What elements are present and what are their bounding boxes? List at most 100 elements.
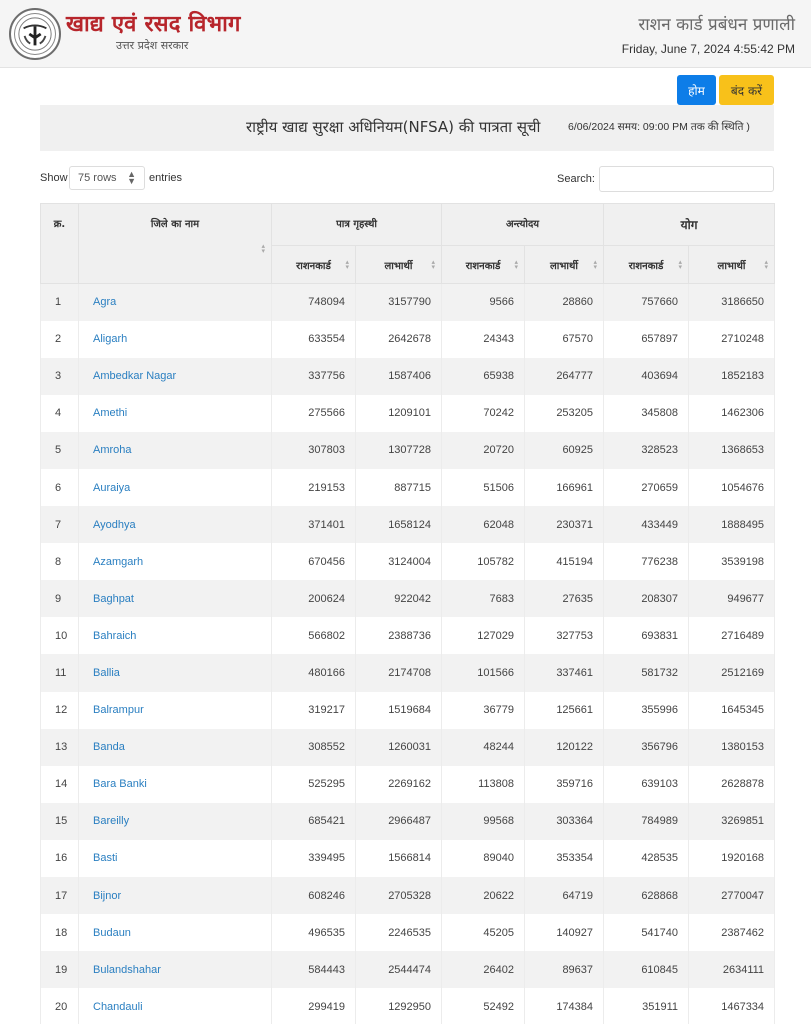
cell-value: 2966487: [354, 802, 443, 840]
close-button[interactable]: बंद करें: [719, 75, 774, 105]
cell-value: 608246: [271, 877, 356, 915]
district-link[interactable]: Agra: [93, 296, 116, 308]
district-link[interactable]: Azamgarh: [93, 556, 143, 568]
cell-value: 1292950: [354, 988, 443, 1024]
cell-value: 339495: [271, 839, 356, 877]
district-link[interactable]: Bahraich: [93, 630, 136, 642]
cell-value: 355996: [603, 691, 690, 729]
search-input[interactable]: [599, 166, 774, 192]
table-row: 15 Bareilly 685421 2966487 99568 303364 784989…: [40, 802, 776, 840]
table-row: 9 Baghpat 200624 922042 7683 27635 208307 94967…: [40, 580, 776, 618]
cell-value: 127029: [441, 617, 526, 655]
cell-value: 415194: [524, 543, 605, 581]
cell-value: 328523: [603, 431, 690, 469]
sort-icon: ▴ ▾: [345, 257, 349, 271]
sort-icon: ▴ ▾: [514, 257, 519, 271]
serial-number: 3: [40, 357, 79, 395]
cell-value: 89040: [441, 839, 526, 877]
cell-value: 299419: [271, 988, 356, 1024]
up-govt-emblem-icon: [9, 8, 61, 60]
cell-value: 64719: [524, 877, 605, 915]
district-link[interactable]: Amroha: [93, 444, 132, 456]
cell-value: 1380153: [688, 728, 776, 766]
cell-value: 200624: [271, 580, 356, 618]
cell-value: 403694: [603, 357, 690, 395]
cell-value: 581732: [603, 654, 690, 692]
district-link[interactable]: Amethi: [93, 407, 127, 419]
table-row: 1 Agra 748094 3157790 9566 28860 757660 3186650: [40, 283, 776, 321]
district-link[interactable]: Bulandshahar: [93, 964, 161, 976]
cell-value: 3186650: [688, 283, 776, 321]
cell-value: 1260031: [354, 728, 443, 766]
cell-value: 3269851: [688, 802, 776, 840]
district-link[interactable]: Aligarh: [93, 333, 127, 345]
district-link[interactable]: Bijnor: [93, 890, 121, 902]
status-note: 6/06/2024 समय: 09:00 PM तक की स्थिति ): [568, 121, 750, 133]
cell-value: 270659: [603, 468, 690, 507]
col-subheader-beneficiary[interactable]: लाभार्थी ▴ ▾: [688, 245, 776, 284]
cell-value: 628868: [603, 877, 690, 915]
col-subheader-beneficiary[interactable]: लाभार्थी ▴ ▾: [524, 245, 605, 284]
cell-value: 949677: [688, 580, 776, 618]
serial-number: 11: [40, 654, 79, 692]
table-row: 18 Budaun 496535 2246535 45205 140927 541740 23…: [40, 914, 776, 952]
sort-updown-icon: ▲ ▼: [127, 169, 136, 186]
cell-value: 748094: [271, 283, 356, 321]
col-subheader-ration-card[interactable]: राशनकार्ड ▴ ▾: [271, 245, 356, 284]
cell-value: 264777: [524, 357, 605, 395]
page-title: राष्ट्रीय खाद्य सुरक्षा अधिनियम(NFSA) की…: [246, 118, 541, 136]
cell-value: 1888495: [688, 506, 776, 544]
report-title-bar: राष्ट्रीय खाद्य सुरक्षा अधिनियम(NFSA) की…: [40, 105, 774, 151]
district-link[interactable]: Ambedkar Nagar: [93, 370, 176, 382]
group-header-eligible-household: पात्र गृहस्थी: [270, 203, 443, 246]
cell-value: 60925: [524, 431, 605, 469]
cell-value: 307803: [271, 431, 356, 469]
cell-value: 327753: [524, 617, 605, 655]
col-serial-header[interactable]: क्र.: [40, 203, 79, 284]
table-row: 11 Ballia 480166 2174708 101566 337461 581732 2…: [40, 654, 776, 692]
current-datetime: Friday, June 7, 2024 4:55:42 PM: [621, 42, 795, 56]
cell-value: 308552: [271, 728, 356, 766]
district-link[interactable]: Auraiya: [93, 482, 130, 494]
col-subheader-beneficiary[interactable]: लाभार्थी ▴ ▾: [354, 245, 443, 284]
district-link[interactable]: Basti: [93, 852, 117, 864]
cell-value: 2642678: [354, 320, 443, 358]
cell-value: 496535: [271, 914, 356, 952]
cell-value: 319217: [271, 691, 356, 729]
col-district-header[interactable]: जिले का नाम ▴ ▾: [78, 203, 272, 284]
cell-value: 922042: [354, 580, 443, 618]
district-link[interactable]: Budaun: [93, 927, 131, 939]
district-link[interactable]: Bareilly: [93, 815, 129, 827]
cell-value: 2388736: [354, 617, 443, 655]
district-link[interactable]: Baghpat: [93, 593, 134, 605]
serial-number: 4: [40, 394, 79, 432]
cell-value: 345808: [603, 394, 690, 432]
cell-value: 2246535: [354, 914, 443, 952]
cell-value: 2628878: [688, 765, 776, 803]
district-link[interactable]: Chandauli: [93, 1001, 143, 1013]
serial-number: 17: [40, 877, 79, 915]
rows-per-page-select[interactable]: 75 rows ▲ ▼: [69, 166, 145, 190]
cell-value: 20720: [441, 431, 526, 469]
table-row: 10 Bahraich 566802 2388736 127029 327753 69383…: [40, 617, 776, 655]
table-row: 6 Auraiya 219153 887715 51506 166961 270659 105…: [40, 468, 776, 507]
home-button[interactable]: होम: [677, 75, 716, 105]
district-link[interactable]: Banda: [93, 741, 125, 753]
serial-number: 13: [40, 728, 79, 766]
cell-value: 48244: [441, 728, 526, 766]
table-row: 14 Bara Banki 525295 2269162 113808 359716 639…: [40, 765, 776, 803]
cell-value: 99568: [441, 802, 526, 840]
sort-icon: ▴ ▾: [678, 257, 683, 271]
col-subheader-ration-card[interactable]: राशनकार्ड ▴ ▾: [603, 245, 690, 284]
district-link[interactable]: Ayodhya: [93, 519, 136, 531]
col-subheader-ration-card[interactable]: राशनकार्ड ▴ ▾: [441, 245, 526, 284]
district-link[interactable]: Bara Banki: [93, 778, 147, 790]
district-link[interactable]: Balrampur: [93, 704, 144, 716]
cell-value: 2269162: [354, 765, 443, 803]
cell-value: 7683: [441, 580, 526, 618]
cell-value: 566802: [271, 617, 356, 655]
cell-value: 1658124: [354, 506, 443, 544]
district-link[interactable]: Ballia: [93, 667, 120, 679]
cell-value: 2705328: [354, 877, 443, 915]
sort-icon: ▴ ▾: [261, 242, 265, 255]
